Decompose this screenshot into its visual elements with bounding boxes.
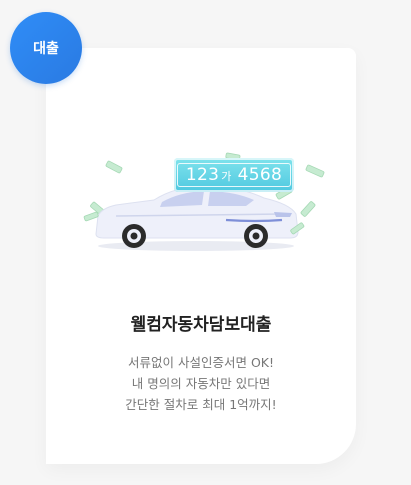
plate-number-left: 123 bbox=[185, 165, 220, 185]
plate-number-right: 4568 bbox=[237, 165, 283, 185]
description-line-3: 간단한 절차로 최대 1억까지! bbox=[125, 397, 277, 412]
description-line-1: 서류없이 사설인증서면 OK! bbox=[128, 355, 274, 370]
loan-category-badge: 대출 bbox=[10, 12, 82, 84]
badge-label: 대출 bbox=[33, 41, 59, 57]
description-line-2: 내 명의의 자동차만 있다면 bbox=[131, 376, 271, 391]
loan-title: 웰컴자동차담보대출 bbox=[130, 315, 272, 335]
loan-description: 서류없이 사설인증서면 OK! 내 명의의 자동차만 있다면 간단한 절차로 최… bbox=[46, 352, 356, 415]
license-plate: 123 가 4568 bbox=[174, 158, 294, 192]
plate-number-hangul: 가 bbox=[221, 170, 232, 183]
